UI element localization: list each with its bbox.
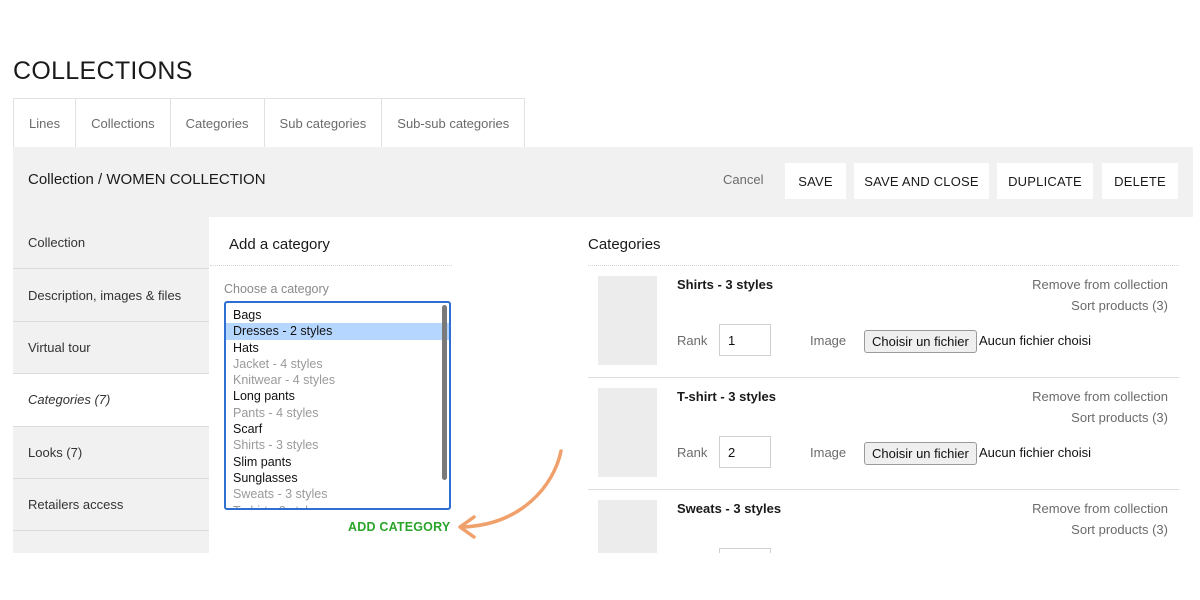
category-row: Sweats - 3 styles Remove from collection… — [588, 490, 1179, 553]
sidebar-item-categories[interactable]: Categories (7) — [13, 374, 209, 427]
cancel-button[interactable]: Cancel — [723, 172, 763, 187]
category-option[interactable]: Slim pants — [226, 454, 449, 470]
category-option[interactable]: Sweats - 3 styles — [226, 486, 449, 502]
sidebar: Collection Description, images & files V… — [13, 217, 209, 553]
sort-products-link[interactable]: Sort products (3) — [1071, 522, 1168, 537]
category-name: Sweats - 3 styles — [677, 501, 782, 516]
category-option[interactable]: Sunglasses — [226, 470, 449, 486]
tab-sub-categories[interactable]: Sub categories — [265, 99, 383, 148]
sidebar-item-looks[interactable]: Looks (7) — [13, 427, 209, 479]
category-row: T-shirt - 3 styles Remove from collectio… — [588, 378, 1179, 490]
rank-input[interactable] — [719, 436, 771, 468]
remove-from-collection-link[interactable]: Remove from collection — [1032, 277, 1168, 292]
sidebar-item-retailers-access[interactable]: Retailers access — [13, 479, 209, 532]
category-option[interactable]: Dresses - 2 styles — [226, 323, 449, 340]
file-status: Aucun fichier choisi — [979, 445, 1091, 460]
tab-sub-sub-categories[interactable]: Sub-sub categories — [382, 99, 524, 148]
tab-collections[interactable]: Collections — [76, 99, 171, 148]
save-and-close-button[interactable]: SAVE AND CLOSE — [854, 163, 989, 199]
image-label: Image — [810, 445, 847, 460]
add-category-heading: Add a category — [229, 236, 330, 253]
sort-products-link[interactable]: Sort products (3) — [1071, 298, 1168, 313]
remove-from-collection-link[interactable]: Remove from collection — [1032, 501, 1168, 516]
rank-input[interactable] — [719, 548, 771, 553]
choose-file-button[interactable]: Choisir un fichier — [864, 330, 977, 353]
category-thumbnail — [598, 500, 657, 553]
category-thumbnail — [598, 388, 657, 477]
delete-button[interactable]: DELETE — [1102, 163, 1178, 199]
annotation-arrow-icon — [458, 449, 563, 539]
category-name: T-shirt - 3 styles — [677, 389, 776, 404]
image-label: Image — [810, 333, 847, 348]
sidebar-item-virtual-tour[interactable]: Virtual tour — [13, 322, 209, 375]
sort-products-link[interactable]: Sort products (3) — [1071, 410, 1168, 425]
category-option[interactable]: Scarf — [226, 421, 449, 437]
sidebar-item-collection[interactable]: Collection — [13, 217, 209, 270]
header-bar: Collection / WOMEN COLLECTION Cancel SAV… — [13, 147, 1193, 217]
category-name: Shirts - 3 styles — [677, 277, 774, 292]
file-status: Aucun fichier choisi — [979, 333, 1091, 348]
page-title: COLLECTIONS — [13, 57, 193, 85]
duplicate-button[interactable]: DUPLICATE — [997, 163, 1093, 199]
category-option[interactable]: Pants - 4 styles — [226, 405, 449, 421]
remove-from-collection-link[interactable]: Remove from collection — [1032, 389, 1168, 404]
divider — [210, 265, 452, 266]
rank-input[interactable] — [719, 324, 771, 356]
breadcrumb: Collection / WOMEN COLLECTION — [28, 171, 266, 188]
categories-heading: Categories — [588, 236, 661, 253]
category-option[interactable]: Long pants — [226, 388, 449, 404]
rank-label: Rank — [677, 445, 708, 460]
category-option[interactable]: T-shirt - 3 styles — [226, 503, 449, 508]
rank-label: Rank — [677, 333, 708, 348]
category-option-list: Bags Dresses - 2 styles Hats Jacket - 4 sty… — [226, 303, 449, 508]
category-row: Shirts - 3 styles Remove from collection… — [588, 266, 1179, 378]
add-category-button[interactable]: ADD CATEGORY — [348, 520, 450, 534]
category-option[interactable]: Jacket - 4 styles — [226, 356, 449, 372]
category-option[interactable]: Bags — [226, 307, 449, 323]
category-option[interactable]: Hats — [226, 340, 449, 356]
choose-category-label: Choose a category — [224, 282, 329, 296]
save-button[interactable]: SAVE — [785, 163, 846, 199]
category-thumbnail — [598, 276, 657, 365]
tab-categories[interactable]: Categories — [171, 99, 265, 148]
sidebar-item-description[interactable]: Description, images & files — [13, 269, 209, 322]
category-option[interactable]: Shirts - 3 styles — [226, 437, 449, 453]
tab-lines[interactable]: Lines — [14, 99, 77, 148]
choose-file-button[interactable]: Choisir un fichier — [864, 442, 977, 465]
listbox-scrollbar[interactable] — [442, 305, 447, 480]
category-option[interactable]: Knitwear - 4 styles — [226, 372, 449, 388]
category-listbox[interactable]: Bags Dresses - 2 styles Hats Jacket - 4 sty… — [224, 301, 451, 510]
tab-bar: Lines Collections Categories Sub categor… — [13, 98, 526, 148]
